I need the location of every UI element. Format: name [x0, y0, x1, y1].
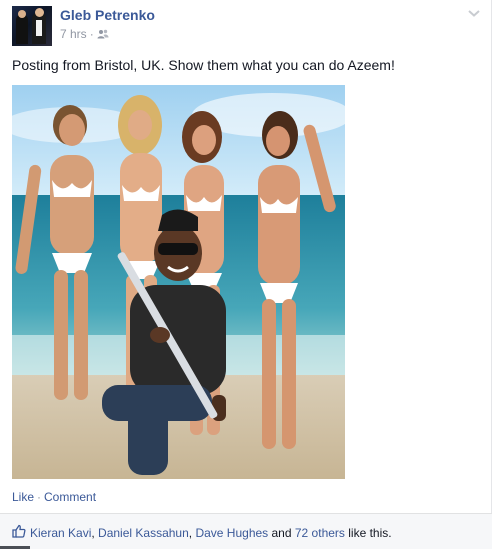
thumbs-up-icon	[12, 524, 26, 538]
beach-photo-illustration	[12, 85, 345, 479]
timestamp[interactable]: 7 hrs	[60, 27, 87, 41]
post-photo[interactable]	[12, 85, 345, 479]
likes-summary: Kieran Kavi, Daniel Kassahun, Dave Hughe…	[30, 526, 392, 540]
meta-separator: ·	[89, 27, 94, 41]
avatar-face	[18, 10, 26, 18]
avatar[interactable]	[12, 6, 52, 46]
like-link[interactable]: Like	[12, 490, 34, 504]
others-link[interactable]: 72 others	[295, 526, 345, 540]
post-actions: Like · Comment	[12, 490, 96, 504]
avatar-figure	[16, 14, 28, 44]
liker-link[interactable]: Kieran Kavi	[30, 526, 91, 540]
likes-suffix: like this.	[344, 526, 392, 540]
likes-and: and	[268, 526, 295, 540]
post-message: Posting from Bristol, UK. Show them what…	[12, 57, 395, 73]
avatar-face	[35, 8, 44, 17]
liker-link[interactable]: Daniel Kassahun	[98, 526, 189, 540]
likes-bar: Kieran Kavi, Daniel Kassahun, Dave Hughe…	[0, 513, 492, 549]
post-meta: 7 hrs ·	[60, 27, 109, 41]
news-feed-post: Gleb Petrenko 7 hrs · Posting from Brist…	[0, 0, 492, 549]
chevron-down-icon[interactable]	[467, 8, 481, 18]
friends-icon[interactable]	[97, 29, 109, 39]
avatar-shirt	[36, 20, 42, 36]
liker-link[interactable]: Dave Hughes	[195, 526, 268, 540]
actions-separator: ·	[37, 490, 42, 504]
comment-link[interactable]: Comment	[44, 490, 96, 504]
author-name[interactable]: Gleb Petrenko	[60, 7, 155, 23]
